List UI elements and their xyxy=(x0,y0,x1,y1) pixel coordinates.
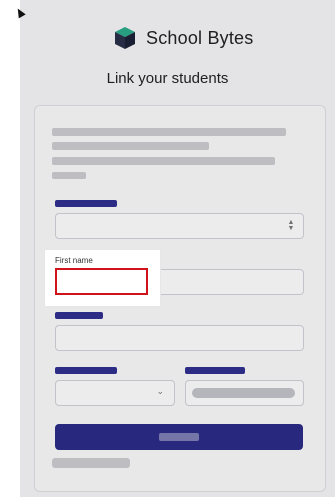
brand-header: School Bytes xyxy=(114,24,253,52)
intro-text-line xyxy=(52,172,86,179)
footer-link[interactable] xyxy=(52,458,130,468)
dob-label xyxy=(55,367,117,374)
link-students-button[interactable] xyxy=(55,424,303,450)
last-name-label xyxy=(55,312,103,319)
student-id-placeholder xyxy=(192,388,295,398)
school-select[interactable]: ▲ ▼ xyxy=(55,213,304,239)
select-label xyxy=(55,200,117,207)
dob-select[interactable]: ⌄ xyxy=(55,380,175,406)
last-name-input[interactable] xyxy=(55,325,304,351)
intro-text-line xyxy=(52,128,286,136)
first-name-input[interactable] xyxy=(55,268,148,295)
page-title: Link your students xyxy=(106,70,229,87)
button-label xyxy=(159,433,199,441)
cube-logo-icon xyxy=(115,27,135,49)
stepper-arrows-icon: ▲ ▼ xyxy=(287,219,295,232)
first-name-label: First name xyxy=(55,256,93,265)
intro-text-line xyxy=(52,157,275,165)
intro-text-line xyxy=(52,142,209,150)
student-id-label xyxy=(185,367,245,374)
brand-name: School Bytes xyxy=(146,27,254,48)
student-id-input[interactable] xyxy=(185,380,304,406)
chevron-down-icon: ⌄ xyxy=(156,386,164,396)
first-name-highlight: First name xyxy=(45,250,160,306)
